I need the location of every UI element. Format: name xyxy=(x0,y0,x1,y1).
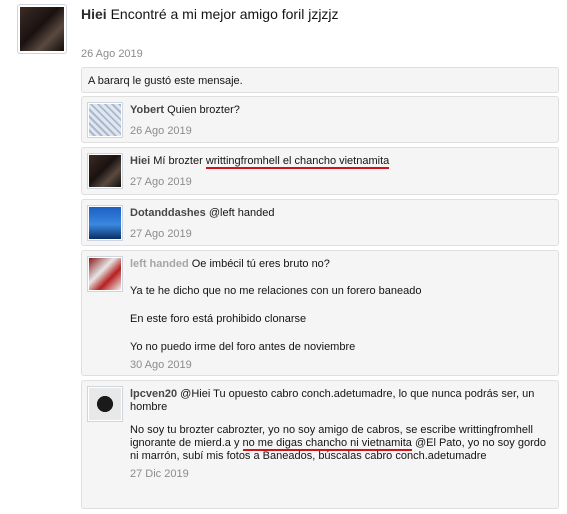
avatar[interactable] xyxy=(87,256,123,292)
comment: Hiei Mí brozter writtingfromhell el chan… xyxy=(81,147,559,195)
comment-date[interactable]: 27 Dic 2019 xyxy=(130,468,189,480)
comment-username[interactable]: Hiei xyxy=(130,155,150,167)
main-post-username[interactable]: Hiei xyxy=(81,6,107,22)
comment-date[interactable]: 27 Ago 2019 xyxy=(130,176,192,188)
comment-date[interactable]: 26 Ago 2019 xyxy=(130,125,192,137)
likes-summary: A bararq le gustó este mensaje. xyxy=(81,67,559,93)
comment-text: Oe imbécil tú eres bruto no? xyxy=(191,258,330,270)
comment: left handed Oe imbécil tú eres bruto no?… xyxy=(81,250,559,376)
avatar[interactable] xyxy=(87,153,123,189)
highlighted-text: writtingfromhell el chancho vietnamita xyxy=(205,155,390,169)
comment: lpcven20 @Hiei Tu opuesto cabro conch.ad… xyxy=(81,380,559,509)
comment-paragraph: Yo no puedo irme del foro antes de novie… xyxy=(130,341,356,353)
comment: Dotanddashes @left handed 27 Ago 2019 xyxy=(81,199,559,246)
comments-section: A bararq le gustó este mensaje. Yobert Q… xyxy=(81,67,559,509)
avatar[interactable] xyxy=(87,386,123,422)
comment-paragraph: Ya te he dicho que no me relaciones con … xyxy=(130,285,422,297)
comment-paragraph: No soy tu brozter cabrozter, yo no soy a… xyxy=(130,424,550,463)
comment-username[interactable]: left handed xyxy=(130,258,189,270)
comment-text: @left handed xyxy=(208,207,275,219)
comment-date[interactable]: 27 Ago 2019 xyxy=(130,228,192,240)
comment-text: Quien brozter? xyxy=(167,104,240,116)
highlighted-text: no me digas chancho ni vietnamita xyxy=(242,437,412,451)
comment-text: @Hiei Tu opuesto cabro conch.adetumadre,… xyxy=(130,388,535,413)
likes-text: A bararq le gustó este mensaje. xyxy=(88,75,243,87)
comment-text: Mí brozter xyxy=(153,155,206,167)
comment-username[interactable]: lpcven20 xyxy=(130,388,177,400)
main-post-date[interactable]: 26 Ago 2019 xyxy=(81,48,143,60)
comment-username[interactable]: Yobert xyxy=(130,104,164,116)
avatar[interactable] xyxy=(17,4,67,54)
main-post-text: Encontré a mi mejor amigo foril jzjzjz xyxy=(110,6,339,22)
avatar[interactable] xyxy=(87,205,123,241)
comment: Yobert Quien brozter? 26 Ago 2019 xyxy=(81,96,559,143)
comment-date[interactable]: 30 Ago 2019 xyxy=(130,359,192,371)
comment-paragraph: En este foro está prohibido clonarse xyxy=(130,313,307,325)
main-post-message: Hiei Encontré a mi mejor amigo foril jzj… xyxy=(81,6,339,22)
comment-username[interactable]: Dotanddashes xyxy=(130,207,206,219)
main-post: Hiei Encontré a mi mejor amigo foril jzj… xyxy=(17,4,557,60)
avatar[interactable] xyxy=(87,102,123,138)
